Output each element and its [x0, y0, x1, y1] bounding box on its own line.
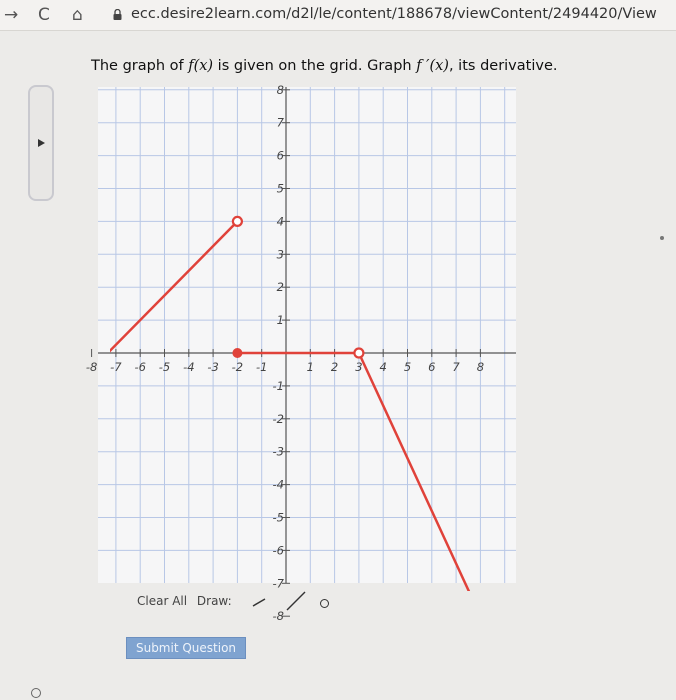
x-tick-label: 5 [404, 360, 411, 374]
y-tick-label: 4 [277, 214, 284, 228]
y-tick-label: 8 [277, 83, 284, 97]
decorative-dot [660, 236, 664, 240]
closed-point [232, 348, 243, 358]
x-tick-label: 6 [428, 360, 435, 374]
y-tick-label: -3 [273, 445, 284, 459]
open-point [353, 347, 365, 359]
y-tick-label: -7 [273, 576, 285, 590]
y-tick-label: -5 [273, 511, 284, 525]
y-tick-label: 2 [277, 280, 284, 294]
clear-all-button[interactable]: Clear All [137, 594, 187, 608]
y-tick-label: 3 [277, 247, 284, 261]
x-tick-label: 1 [307, 360, 314, 374]
open-point-tool-icon[interactable] [320, 599, 329, 608]
line-segment-tool-icon[interactable] [250, 596, 270, 610]
line-tool-icon[interactable] [285, 590, 309, 612]
submit-question-button[interactable]: Submit Question [126, 637, 246, 659]
x-tick-label: 2 [331, 360, 338, 374]
y-tick-label: -8 [273, 609, 284, 623]
y-tick-label: 7 [277, 116, 285, 130]
x-tick-label: 7 [452, 360, 460, 374]
draw-label: Draw: [196, 594, 232, 608]
x-tick-label: -5 [159, 360, 170, 374]
x-tick-label: 4 [380, 360, 387, 374]
y-tick-label: -1 [273, 379, 284, 393]
x-tick-label: -2 [232, 360, 243, 374]
y-tick-label: -4 [273, 478, 284, 492]
y-tick-label: -6 [273, 543, 284, 557]
x-tick-label: -7 [110, 360, 122, 374]
x-tick-label: 8 [477, 360, 484, 374]
x-tick-label: 3 [355, 360, 362, 374]
grid-background [98, 87, 516, 583]
x-tick-label: -4 [183, 360, 194, 374]
x-tick-label: -8 [86, 360, 97, 374]
grid [98, 87, 516, 583]
y-tick-label: -2 [273, 412, 284, 426]
y-tick-label: 5 [277, 182, 284, 196]
draw-toolbar: Clear All Draw: [137, 594, 232, 608]
graph-canvas[interactable]: -8 -7 -6 -5 -4 -3 -2 -1 1 2 3 4 5 6 7 8 8 7 6 5 4 3 2 1 -1 -2 -3 -4… [0, 0, 676, 700]
x-tick-label: -3 [207, 360, 218, 374]
x-tick-label: -6 [134, 360, 145, 374]
y-tick-label: 6 [277, 149, 284, 163]
x-tick-label: -1 [256, 360, 267, 374]
y-tick-label: 1 [277, 313, 284, 327]
circle-icon [31, 688, 41, 698]
open-point [231, 215, 243, 227]
